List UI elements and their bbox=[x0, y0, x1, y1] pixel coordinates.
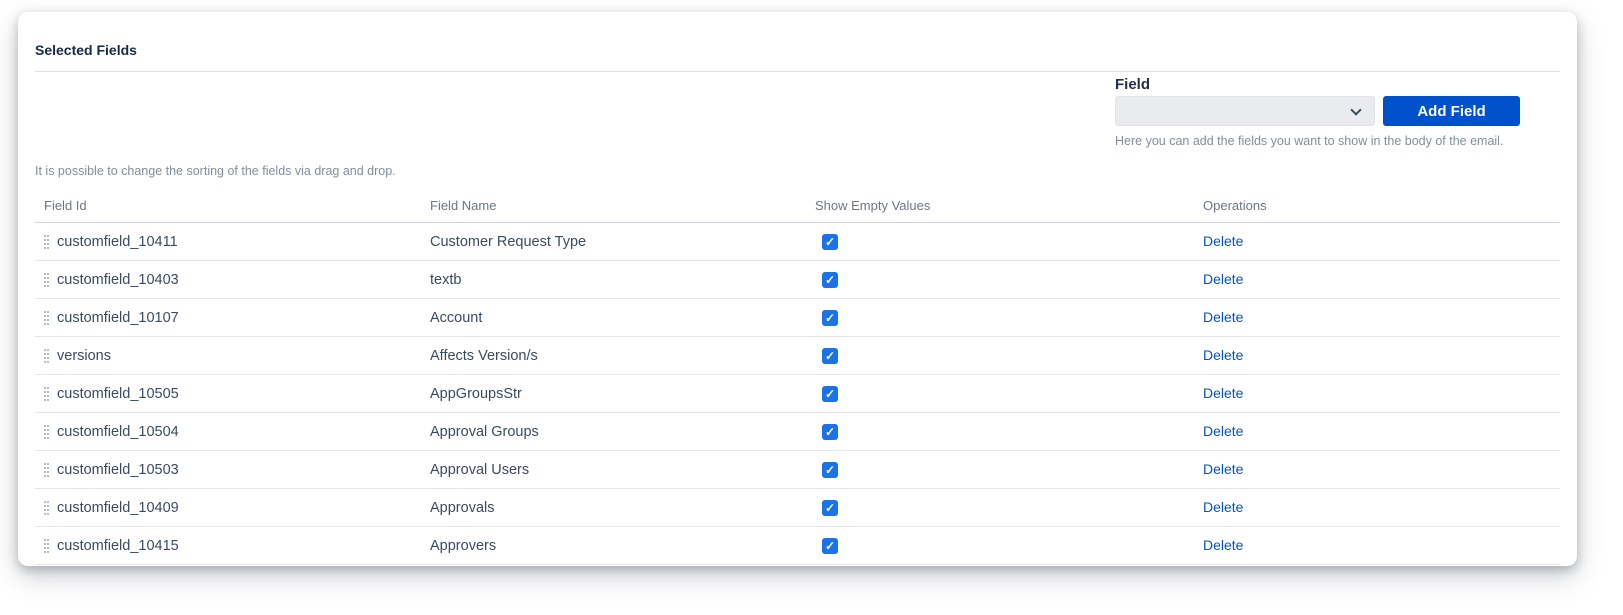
show-empty-checkbox[interactable]: ✓ bbox=[822, 500, 838, 516]
drag-drop-hint: It is possible to change the sorting of … bbox=[35, 163, 1560, 179]
show-empty-checkbox[interactable]: ✓ bbox=[822, 538, 838, 554]
drag-handle-icon[interactable] bbox=[44, 349, 49, 363]
drag-handle-icon[interactable] bbox=[44, 501, 49, 515]
selected-fields-panel: Selected Fields Field Add Field Here you… bbox=[18, 12, 1577, 566]
table-row: versions Affects Version/s ✓ Delete bbox=[35, 337, 1560, 375]
drag-handle-icon[interactable] bbox=[44, 425, 49, 439]
field-id-cell: customfield_10415 bbox=[57, 538, 179, 554]
delete-link[interactable]: Delete bbox=[1203, 309, 1243, 325]
table-row: customfield_10505 AppGroupsStr ✓ Delete bbox=[35, 375, 1560, 413]
drag-handle-icon[interactable] bbox=[44, 539, 49, 553]
chevron-down-icon bbox=[1350, 104, 1361, 115]
table-row: customfield_10107 Account ✓ Delete bbox=[35, 299, 1560, 337]
drag-handle-icon[interactable] bbox=[44, 235, 49, 249]
delete-link[interactable]: Delete bbox=[1203, 347, 1243, 363]
table-row: customfield_10411 Customer Request Type … bbox=[35, 223, 1560, 261]
column-header-field-name: Field Name bbox=[430, 198, 815, 213]
field-name-cell: Approvers bbox=[430, 538, 815, 554]
field-label: Field bbox=[1115, 75, 1520, 94]
field-id-cell: customfield_10504 bbox=[57, 424, 179, 440]
drag-handle-icon[interactable] bbox=[44, 311, 49, 325]
delete-link[interactable]: Delete bbox=[1203, 385, 1243, 401]
column-header-show-empty-values: Show Empty Values bbox=[815, 198, 1203, 213]
field-name-cell: Approval Groups bbox=[430, 424, 815, 440]
table-row: customfield_10409 Approvals ✓ Delete bbox=[35, 489, 1560, 527]
column-header-field-id: Field Id bbox=[35, 198, 430, 213]
field-name-cell: textb bbox=[430, 272, 815, 288]
panel-title: Selected Fields bbox=[35, 12, 1560, 72]
delete-link[interactable]: Delete bbox=[1203, 423, 1243, 439]
table-row: customfield_10415 Approvers ✓ Delete bbox=[35, 527, 1560, 565]
drag-handle-icon[interactable] bbox=[44, 463, 49, 477]
show-empty-checkbox[interactable]: ✓ bbox=[822, 310, 838, 326]
field-name-cell: Approvals bbox=[430, 500, 815, 516]
table-body: customfield_10411 Customer Request Type … bbox=[35, 223, 1560, 565]
show-empty-checkbox[interactable]: ✓ bbox=[822, 462, 838, 478]
selected-fields-table: Field Id Field Name Show Empty Values Op… bbox=[35, 189, 1560, 565]
table-row: customfield_10503 Approval Users ✓ Delet… bbox=[35, 451, 1560, 489]
show-empty-checkbox[interactable]: ✓ bbox=[822, 386, 838, 402]
add-field-button[interactable]: Add Field bbox=[1383, 96, 1520, 126]
table-row: customfield_10403 textb ✓ Delete bbox=[35, 261, 1560, 299]
delete-link[interactable]: Delete bbox=[1203, 271, 1243, 287]
field-id-cell: customfield_10403 bbox=[57, 272, 179, 288]
field-id-cell: customfield_10411 bbox=[57, 234, 178, 250]
delete-link[interactable]: Delete bbox=[1203, 537, 1243, 553]
add-field-toolbar: Field Add Field Here you can add the fie… bbox=[35, 72, 1560, 149]
drag-handle-icon[interactable] bbox=[44, 387, 49, 401]
show-empty-checkbox[interactable]: ✓ bbox=[822, 424, 838, 440]
field-name-cell: Affects Version/s bbox=[430, 348, 815, 364]
show-empty-checkbox[interactable]: ✓ bbox=[822, 348, 838, 364]
field-name-cell: Account bbox=[430, 310, 815, 326]
delete-link[interactable]: Delete bbox=[1203, 233, 1243, 249]
field-id-cell: versions bbox=[57, 348, 111, 364]
drag-handle-icon[interactable] bbox=[44, 273, 49, 287]
field-name-cell: Customer Request Type bbox=[430, 234, 815, 250]
field-block: Field Add Field Here you can add the fie… bbox=[1115, 75, 1520, 149]
field-id-cell: customfield_10503 bbox=[57, 462, 179, 478]
page: Selected Fields Field Add Field Here you… bbox=[0, 0, 1623, 615]
delete-link[interactable]: Delete bbox=[1203, 499, 1243, 515]
delete-link[interactable]: Delete bbox=[1203, 461, 1243, 477]
field-help-text: Here you can add the fields you want to … bbox=[1115, 133, 1520, 149]
field-name-cell: Approval Users bbox=[430, 462, 815, 478]
field-id-cell: customfield_10505 bbox=[57, 386, 179, 402]
show-empty-checkbox[interactable]: ✓ bbox=[822, 272, 838, 288]
field-name-cell: AppGroupsStr bbox=[430, 386, 815, 402]
table-header-row: Field Id Field Name Show Empty Values Op… bbox=[35, 189, 1560, 223]
show-empty-checkbox[interactable]: ✓ bbox=[822, 234, 838, 250]
table-row: customfield_10504 Approval Groups ✓ Dele… bbox=[35, 413, 1560, 451]
field-id-cell: customfield_10409 bbox=[57, 500, 179, 516]
column-header-operations: Operations bbox=[1203, 198, 1560, 213]
field-select[interactable] bbox=[1115, 96, 1375, 126]
field-id-cell: customfield_10107 bbox=[57, 310, 179, 326]
